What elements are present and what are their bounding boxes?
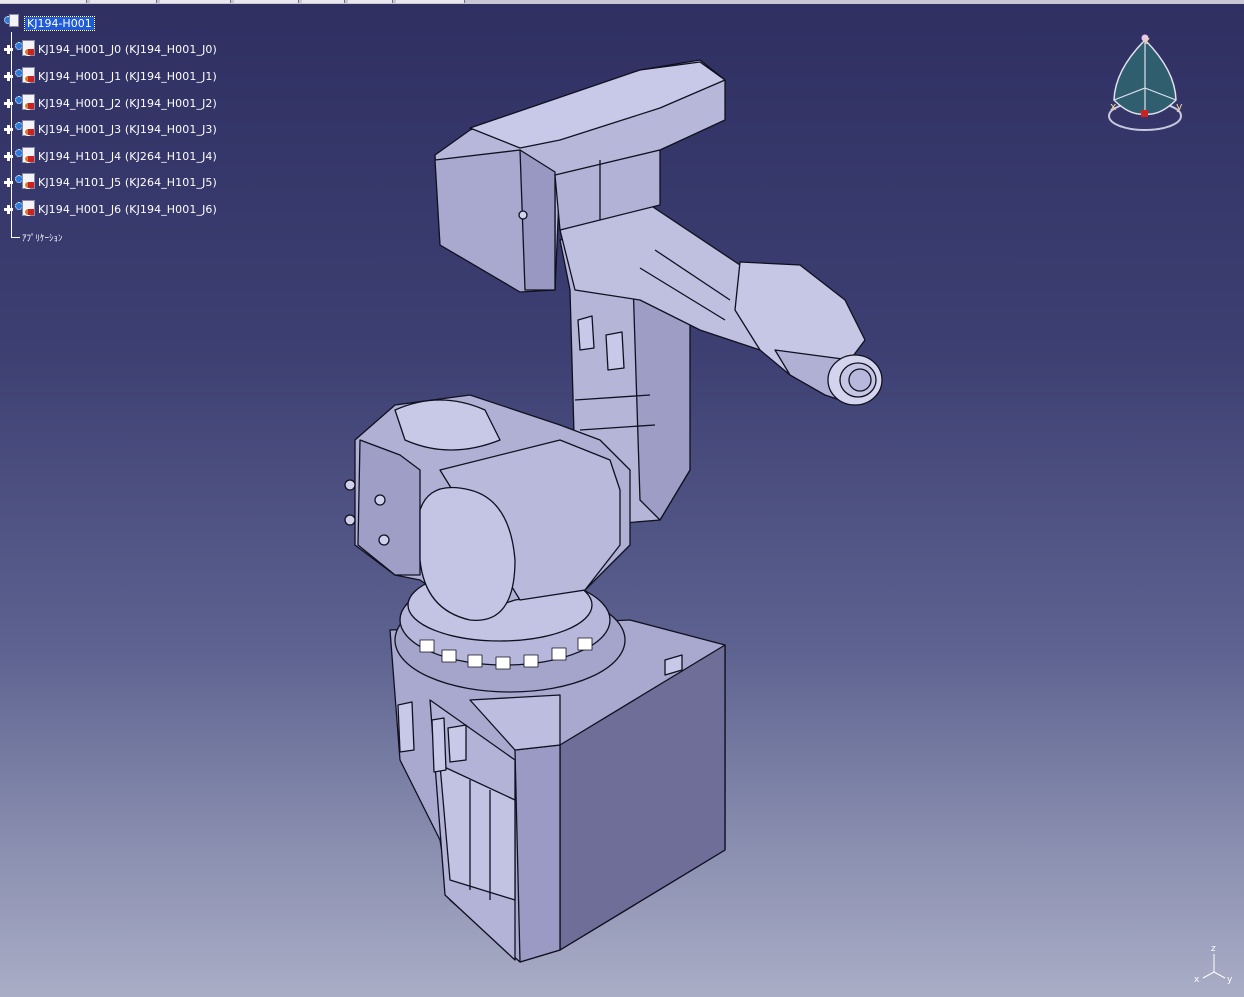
expand-icon[interactable] <box>4 204 13 214</box>
tree-root[interactable]: KJ194-H001 <box>4 14 95 32</box>
tree-node-label: KJ194_H001_J6 (KJ194_H001_J6) <box>38 202 217 216</box>
tree-node-label: KJ194_H001_J2 (KJ194_H001_J2) <box>38 96 217 110</box>
compass-icon[interactable]: z x y <box>1100 30 1190 135</box>
tree-node-label: KJ194_H101_J4 (KJ264_H101_J4) <box>38 149 217 163</box>
applications-label: ｱﾌﾟﾘｹｰｼｮﾝ <box>22 233 63 244</box>
tree-node[interactable]: KJ194_H101_J4 (KJ264_H101_J4) <box>4 147 217 165</box>
part-icon <box>15 67 35 85</box>
part-icon <box>15 147 35 165</box>
compass-plane-marker <box>1141 110 1148 117</box>
expand-icon[interactable] <box>4 71 13 81</box>
axis-triad-icon: z x y <box>1194 944 1233 985</box>
part-icon <box>15 200 35 218</box>
product-icon <box>4 14 19 32</box>
specification-tree[interactable]: KJ194-H001 KJ194_H001_J0 (KJ194_H001_J0)… <box>0 10 260 250</box>
tree-connector <box>11 236 20 238</box>
tree-node[interactable]: KJ194_H001_J6 (KJ194_H001_J6) <box>4 200 217 218</box>
expand-icon[interactable] <box>4 151 13 161</box>
tree-node-applications[interactable]: ｱﾌﾟﾘｹｰｼｮﾝ <box>11 230 63 244</box>
part-icon <box>15 40 35 58</box>
expand-icon[interactable] <box>4 98 13 108</box>
tree-node[interactable]: KJ194_H101_J5 (KJ264_H101_J5) <box>4 173 217 191</box>
tree-root-label[interactable]: KJ194-H001 <box>24 15 95 31</box>
triad-y-label: y <box>1227 975 1233 985</box>
part-icon <box>15 94 35 112</box>
part-icon <box>15 120 35 138</box>
tree-node-label: KJ194_H001_J3 (KJ194_H001_J3) <box>38 122 217 136</box>
compass-z-label: z <box>1144 34 1150 47</box>
triad-x-label: x <box>1194 975 1200 985</box>
triad-z-label: z <box>1211 944 1216 954</box>
tree-node[interactable]: KJ194_H001_J3 (KJ194_H001_J3) <box>4 120 217 138</box>
tree-node[interactable]: KJ194_H001_J1 (KJ194_H001_J1) <box>4 67 217 85</box>
expand-icon[interactable] <box>4 44 13 54</box>
compass-x-label: x <box>1110 100 1117 113</box>
tree-node-label: KJ194_H101_J5 (KJ264_H101_J5) <box>38 175 217 189</box>
robot-model[interactable] <box>344 59 883 963</box>
expand-icon[interactable] <box>4 124 13 134</box>
tree-node-label: KJ194_H001_J1 (KJ194_H001_J1) <box>38 69 217 83</box>
tree-node[interactable]: KJ194_H001_J2 (KJ194_H001_J2) <box>4 94 217 112</box>
tree-node-label: KJ194_H001_J0 (KJ194_H001_J0) <box>38 42 217 56</box>
expand-icon[interactable] <box>4 177 13 187</box>
part-icon <box>15 173 35 191</box>
compass-y-label: y <box>1176 100 1183 113</box>
tree-node[interactable]: KJ194_H001_J0 (KJ194_H001_J0) <box>4 40 217 58</box>
